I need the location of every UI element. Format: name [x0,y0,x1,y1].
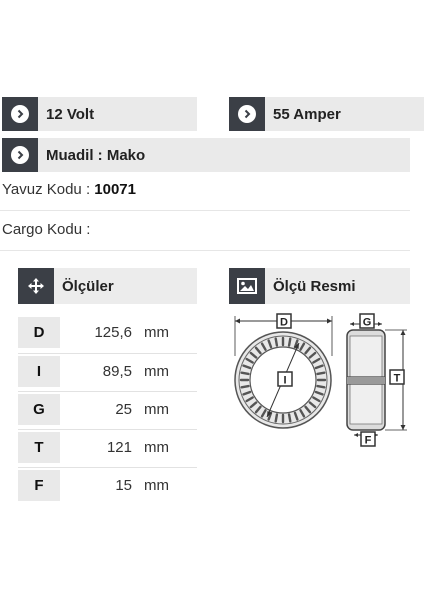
label-t: T [394,373,401,385]
drawing-header: Ölçü Resmi [229,268,410,304]
dimension-value: 125,6 [94,324,132,341]
voltage-spec: 12 Volt [2,97,197,131]
yavuz-code-value: 10071 [94,181,136,198]
image-icon [229,268,265,304]
label-f: F [365,435,372,447]
move-arrows-icon [18,268,54,304]
chevron-right-circle-icon [2,97,38,131]
dimension-key: I [18,356,60,387]
ring-slot [274,337,279,347]
ring-slot [316,371,326,376]
dimension-value: 25 [115,401,132,418]
cargo-code: Cargo Kodu : [2,221,90,238]
voltage-label: 12 Volt [46,105,95,123]
dimensions-title: Ölçüler [62,277,114,295]
dimension-unit: mm [144,477,169,494]
chevron-right-circle-icon [2,138,38,172]
amperage-spec: 55 Amper [229,97,424,131]
dimension-key: G [18,394,60,425]
dimension-value: 89,5 [102,363,132,380]
dimension-row-d: D 125,6 mm [18,317,197,348]
divider [18,467,197,468]
dimension-key: F [18,470,60,501]
divider [0,250,410,251]
dimension-unit: mm [144,363,169,380]
ring-slot [316,384,326,389]
dimension-row-g: G 25 mm [18,394,197,425]
dimension-value: 121 [106,439,132,456]
divider [0,210,410,211]
dimension-key: T [18,432,60,463]
dimension-unit: mm [144,401,169,418]
dimension-unit: mm [144,324,169,341]
ring-slot [240,371,250,376]
dimension-row-i: I 89,5 mm [18,356,197,387]
ring-slot [274,413,279,423]
dimension-unit: mm [144,439,169,456]
yavuz-code-label: Yavuz Kodu : [2,181,95,198]
divider [18,429,197,430]
dimension-row-f: F 15 mm [18,470,197,501]
equivalent-spec: Muadil : Mako [2,138,410,172]
equivalent-label: Muadil : Mako [46,146,146,164]
label-d: D [280,317,288,329]
dimension-key: D [18,317,60,348]
amperage-label: 55 Amper [273,105,341,123]
divider [18,353,197,354]
cargo-code-label: Cargo Kodu : [2,221,91,238]
ring-slot [287,337,292,347]
label-g: G [363,317,372,329]
label-i: I [283,375,286,387]
dimensions-header: Ölçüler [18,268,197,304]
ring-slot [240,384,250,389]
yavuz-code: Yavuz Kodu : 10071 [2,181,136,198]
dimension-row-t: T 121 mm [18,432,197,463]
chevron-right-circle-icon [229,97,265,131]
ring-slot [287,413,292,423]
drawing-title: Ölçü Resmi [273,277,356,295]
dimension-value: 15 [115,477,132,494]
divider [18,391,197,392]
dimension-drawing: D I G T F [234,313,407,447]
